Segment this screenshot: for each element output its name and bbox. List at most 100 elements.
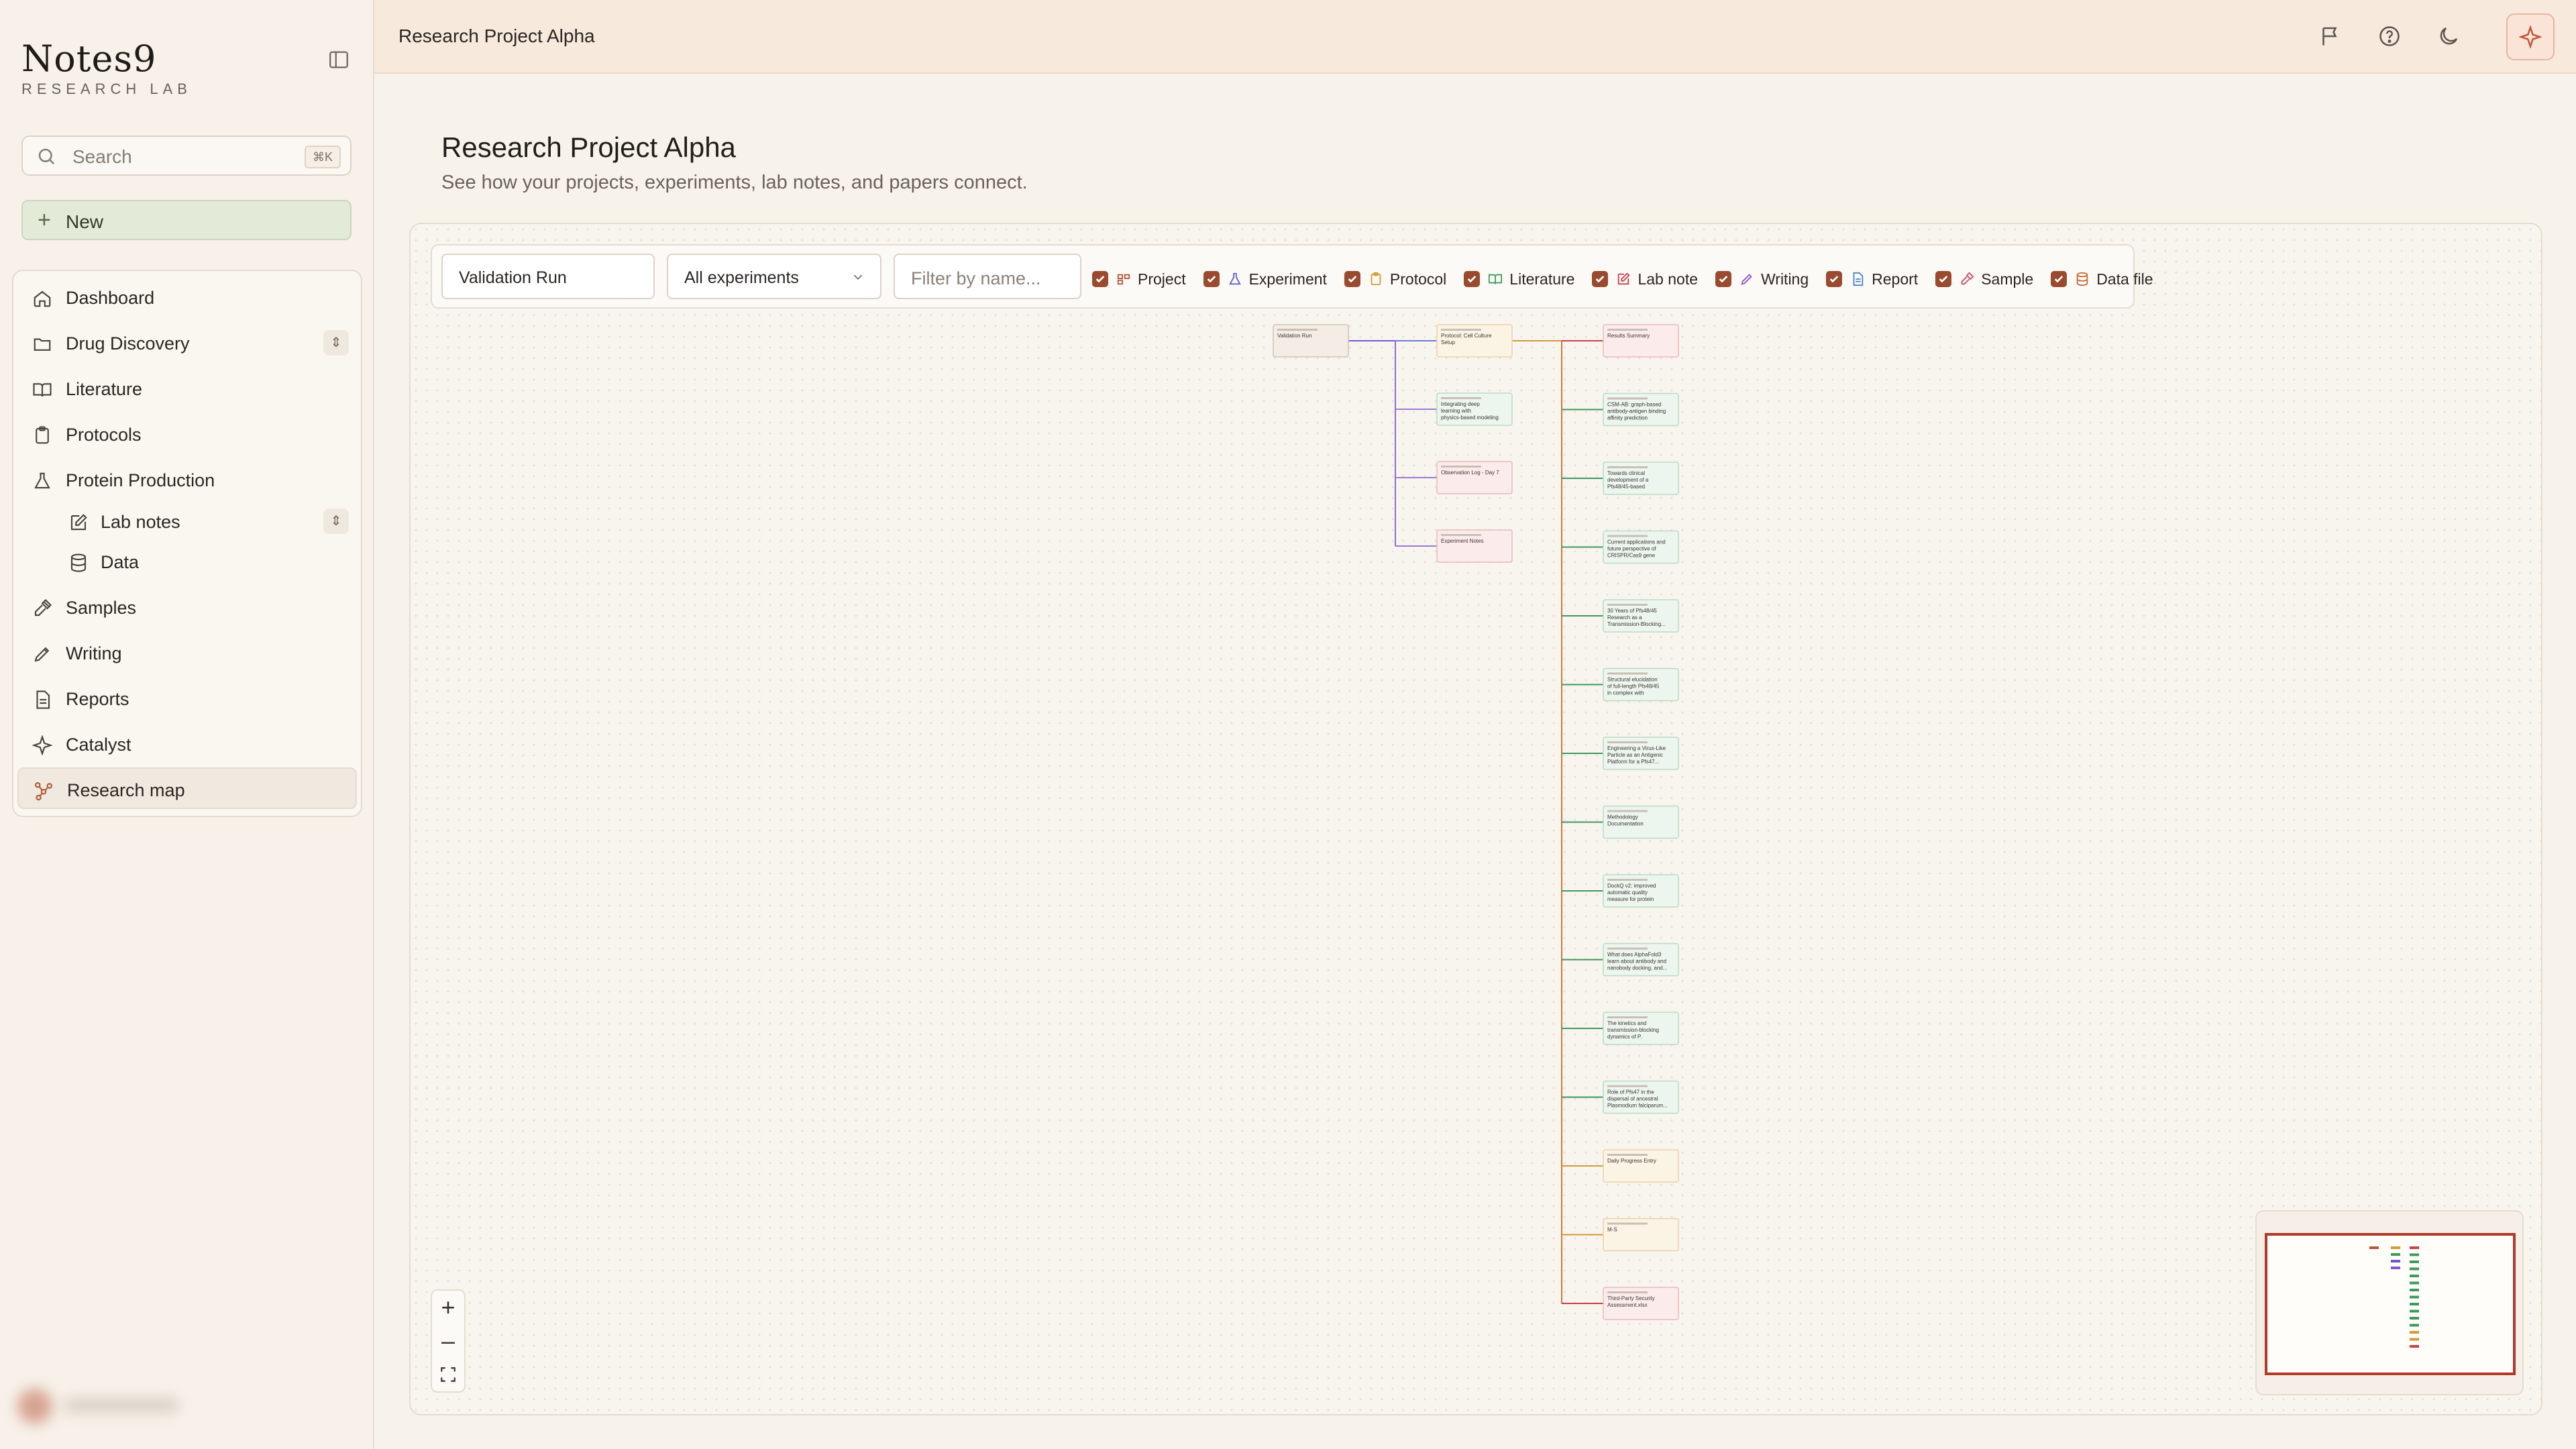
flask-icon <box>32 471 52 491</box>
node-label-line: Setup <box>1441 339 1455 345</box>
checkbox-checked-icon[interactable] <box>1203 271 1220 287</box>
brand-logo[interactable]: Notes9 RESEARCH LAB <box>21 39 192 98</box>
graph-node-column2[interactable]: Integrating deep learning with physics-bas… <box>1436 392 1513 426</box>
graph-node-column3[interactable]: What does AlphaFold3 learn about antibody… <box>1603 943 1679 977</box>
type-filter-lab-note[interactable]: Lab note <box>1592 270 1698 288</box>
help-icon[interactable] <box>2377 24 2402 48</box>
type-filter-literature[interactable]: Literature <box>1464 270 1574 288</box>
node-label: Methodology Documentation <box>1607 814 1644 827</box>
filter-toolbar: Validation Run All experiments Project E… <box>431 244 2153 309</box>
new-button[interactable]: + New <box>21 200 352 240</box>
sidebar-item-catalyst[interactable]: Catalyst <box>17 723 357 765</box>
sidebar-item-drug-discovery[interactable]: Drug Discovery ⇕ <box>17 322 357 364</box>
graph-node-column3[interactable]: 30 Years of Pfs48/45 Research as a Transmi… <box>1603 599 1679 633</box>
graph-node-column3[interactable]: DockQ v2: improved automatic quality measu… <box>1603 874 1679 908</box>
sidebar-item-writing[interactable]: Writing <box>17 632 357 674</box>
research-map-canvas[interactable]: Validation Run Protocol: Cell Culture Setu… <box>409 223 2542 1415</box>
checkbox-checked-icon[interactable] <box>1935 271 1952 287</box>
sidebar-nav: Dashboard Drug Discovery ⇕ Literature Pr… <box>12 270 362 817</box>
selected-item-box[interactable]: Validation Run <box>441 254 655 299</box>
graph-node-column2[interactable]: Experiment Notes <box>1436 529 1513 563</box>
clipboard-icon <box>32 425 52 445</box>
sidebar-item-samples[interactable]: Samples <box>17 586 357 628</box>
graph-node-column3[interactable]: Current applications and future perspecti… <box>1603 530 1679 564</box>
sidebar-item-protein-production[interactable]: Protein Production <box>17 459 357 500</box>
search-input[interactable] <box>71 144 288 170</box>
fit-view-button[interactable] <box>432 1358 464 1391</box>
minimap-viewport[interactable] <box>2265 1233 2516 1375</box>
checkbox-checked-icon[interactable] <box>1464 271 1481 287</box>
type-filter-label: Experiment <box>1248 270 1327 288</box>
user-name-placeholder <box>64 1398 178 1413</box>
sidebar-item-literature[interactable]: Literature <box>17 368 357 409</box>
checkbox-checked-icon[interactable] <box>2051 271 2068 287</box>
name-filter-box[interactable] <box>894 254 1081 299</box>
project-icon <box>1117 274 1130 285</box>
node-label: Towards clinical development of a Pfs48/45… <box>1607 470 1649 490</box>
zoom-in-button[interactable]: + <box>432 1291 464 1324</box>
user-profile[interactable] <box>17 1389 178 1424</box>
checkbox-checked-icon[interactable] <box>1344 271 1360 287</box>
node-label-line: CRISPR/Cas9 gene <box>1607 553 1656 559</box>
graph-node-column3[interactable]: Methodology Documentation <box>1603 805 1679 839</box>
zoom-out-button[interactable]: – <box>432 1324 464 1358</box>
node-meta-line <box>1607 1016 1648 1018</box>
checkbox-checked-icon[interactable] <box>1826 271 1843 287</box>
graph-node-column3[interactable]: Engineering a Virus-Like Particle as an A… <box>1603 737 1679 770</box>
search-shortcut-badge: ⌘K <box>304 146 341 168</box>
type-filter-report[interactable]: Report <box>1826 270 1918 288</box>
checkbox-checked-icon[interactable] <box>1092 271 1108 287</box>
sidebar-toggle-icon[interactable] <box>327 48 350 71</box>
sidebar-item-protocols[interactable]: Protocols <box>17 413 357 455</box>
sidebar-item-research-map[interactable]: Research map <box>17 767 357 809</box>
sidebar-item-lab-notes[interactable]: Lab notes ⇕ <box>17 500 357 542</box>
expand-collapse-icon[interactable]: ⇕ <box>323 330 349 356</box>
checkbox-checked-icon[interactable] <box>1715 271 1731 287</box>
sidebar-item-label: Research map <box>67 780 185 800</box>
type-filter-data-file[interactable]: Data file <box>2051 270 2153 288</box>
graph-node-root[interactable]: Validation Run <box>1273 324 1349 358</box>
minimap-node-column3 <box>2410 1295 2419 1299</box>
graph-node-column3[interactable]: The kinetics and transmission-blocking dyn… <box>1603 1012 1679 1045</box>
type-filter-sample[interactable]: Sample <box>1935 270 2033 288</box>
type-filter-protocol[interactable]: Protocol <box>1344 270 1446 288</box>
sidebar-item-dashboard[interactable]: Dashboard <box>17 276 357 318</box>
sidebar-item-data[interactable]: Data <box>17 541 357 582</box>
experiment-select[interactable]: All experiments <box>667 254 881 299</box>
type-filter-label: Lab note <box>1638 270 1698 288</box>
graph-svg[interactable]: Validation Run Protocol: Cell Culture Setu… <box>411 224 2541 1414</box>
ai-assistant-button[interactable] <box>2506 13 2555 60</box>
search-box[interactable]: ⌘K <box>21 136 352 176</box>
checkbox-checked-icon[interactable] <box>1592 271 1609 287</box>
type-filter-project[interactable]: Project <box>1092 270 1186 288</box>
graph-node-column2[interactable]: Protocol: Cell Culture Setup <box>1436 324 1513 358</box>
node-label-line: transmission-blocking <box>1607 1027 1659 1033</box>
node-label-line: in complex with <box>1607 690 1644 696</box>
sidebar-item-reports[interactable]: Reports <box>17 678 357 719</box>
flag-icon[interactable] <box>2318 24 2343 48</box>
node-meta-line <box>1607 810 1648 812</box>
node-label-line: Documentation <box>1607 821 1644 827</box>
moon-icon[interactable] <box>2436 24 2461 48</box>
minimap[interactable] <box>2255 1210 2524 1395</box>
node-label-line: learning with <box>1441 408 1471 414</box>
graph-node-column3[interactable]: Towards clinical development of a Pfs48/45… <box>1603 462 1679 495</box>
graph-node-column3[interactable]: CSM-AB: graph-based antibody-antigen bind… <box>1603 392 1679 427</box>
type-filter-experiment[interactable]: Experiment <box>1203 270 1327 288</box>
graph-node-column3[interactable]: Daily Progress Entry <box>1603 1149 1679 1183</box>
type-filter-writing[interactable]: Writing <box>1715 270 1809 288</box>
edit-icon <box>68 513 89 533</box>
graph-node-column3[interactable]: Results Summary <box>1603 324 1679 358</box>
node-label: Observation Log - Day 7 <box>1441 470 1499 476</box>
graph-node-column3[interactable]: Role of Pfs47 in the dispersal of ancestr… <box>1603 1080 1679 1114</box>
graph-node-column2[interactable]: Observation Log - Day 7 <box>1436 461 1513 494</box>
graph-node-column3[interactable]: Structural elucidation of full-length Pfs… <box>1603 667 1679 702</box>
node-label-line: Methodology <box>1607 814 1638 820</box>
node-meta-line <box>1607 1085 1648 1087</box>
graph-node-column3[interactable]: M-S <box>1603 1218 1679 1252</box>
chevron-down-icon <box>851 270 865 284</box>
minimap-node-column3 <box>2410 1246 2419 1249</box>
graph-node-column3[interactable]: Third-Party Security Assessment.xlsx <box>1603 1287 1679 1320</box>
name-filter-input[interactable] <box>910 266 1067 291</box>
expand-collapse-icon[interactable]: ⇕ <box>323 508 349 534</box>
